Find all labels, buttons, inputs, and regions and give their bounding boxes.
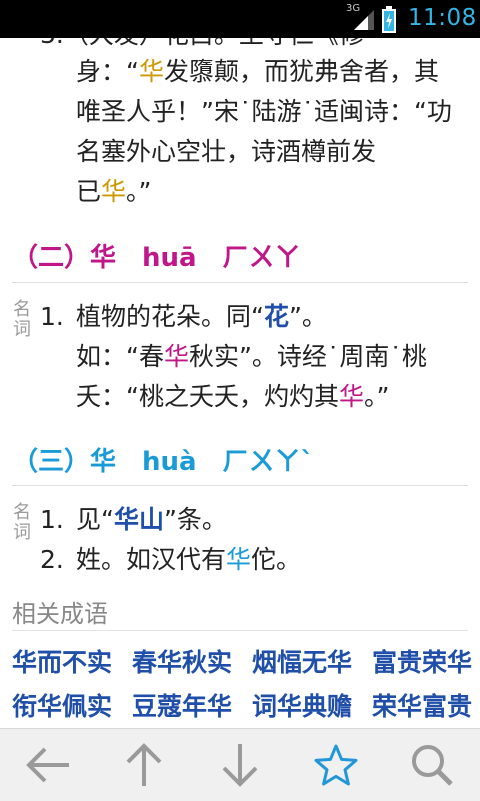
- search-button[interactable]: [384, 729, 480, 801]
- back-arrow-icon: [26, 747, 69, 783]
- definition-line: 植物的花朵。同“花”。: [76, 302, 327, 331]
- bottom-toolbar: [0, 728, 480, 801]
- related-idioms-title: 相关成语: [12, 600, 108, 628]
- pronunciation-header: （三）华 huà ㄏㄨㄚˋ: [12, 447, 314, 477]
- definition-number: 1.: [40, 302, 64, 331]
- favorite-button[interactable]: [288, 729, 384, 801]
- pronunciation-header: （二）华 huā ㄏㄨㄚ: [12, 243, 301, 273]
- idiom-link[interactable]: 华而不实: [12, 643, 112, 679]
- divider: [12, 630, 468, 631]
- cross-ref-link[interactable]: 华山: [114, 505, 164, 534]
- definition-number: 1.: [40, 505, 64, 534]
- status-bar: 3G 11:08: [0, 0, 480, 38]
- cross-ref-link[interactable]: 花: [264, 302, 289, 331]
- previous-entry-button[interactable]: [96, 729, 192, 801]
- idiom-link[interactable]: 富贵荣华: [372, 643, 472, 679]
- search-icon: [412, 745, 453, 786]
- down-arrow-icon: [222, 744, 258, 787]
- idiom-link[interactable]: 豆蔻年华: [132, 687, 232, 723]
- definition-content[interactable]: 3.（大发）花白。王守仁《修 身：“华发隳颠，而犹弗舍者，其 唯圣人乎！”宋˙陆…: [0, 38, 480, 728]
- clock: 11:08: [408, 5, 477, 31]
- definition-line: 夭：“桃之夭夭，灼灼其华。”: [76, 382, 390, 411]
- definition-line: 姓。如汉代有华佗。: [76, 545, 302, 574]
- partial-line: 3.（大发）花白。王守仁《修: [40, 38, 364, 52]
- text-line: 名塞外心空壮，诗酒樽前发: [76, 137, 377, 166]
- text-line: 已华。”: [76, 177, 152, 206]
- signal-icon: [354, 10, 374, 30]
- divider: [12, 485, 468, 486]
- text-line: 唯圣人乎！”宋˙陆游˙适闽诗：“功: [76, 97, 452, 126]
- related-idioms-row: 衔华佩实 豆蔻年华 词华典赡 荣华富贵: [12, 687, 472, 723]
- divider: [12, 282, 468, 283]
- idiom-link[interactable]: 烟愊无华: [252, 643, 352, 679]
- part-of-speech-tag: 名词: [13, 502, 31, 543]
- idiom-link[interactable]: 词华典赡: [252, 687, 352, 723]
- definition-number: 2.: [40, 545, 64, 574]
- next-entry-button[interactable]: [192, 729, 288, 801]
- text-line: 身：“华发隳颠，而犹弗舍者，其: [76, 57, 439, 86]
- idiom-link[interactable]: 荣华富贵: [372, 687, 472, 723]
- related-idioms-row: 华而不实 春华秋实 烟愊无华 富贵荣华: [12, 643, 472, 679]
- up-arrow-icon: [126, 743, 162, 786]
- definition-line: 如：“春华秋实”。诗经˙周南˙桃: [76, 342, 427, 371]
- idiom-link[interactable]: 衔华佩实: [12, 687, 112, 723]
- battery-icon: [382, 6, 396, 33]
- idiom-link[interactable]: 春华秋实: [132, 643, 232, 679]
- part-of-speech-tag: 名词: [13, 299, 31, 340]
- star-icon: [314, 744, 358, 786]
- definition-line: 见“华山”条。: [76, 505, 227, 534]
- back-button[interactable]: [0, 729, 96, 801]
